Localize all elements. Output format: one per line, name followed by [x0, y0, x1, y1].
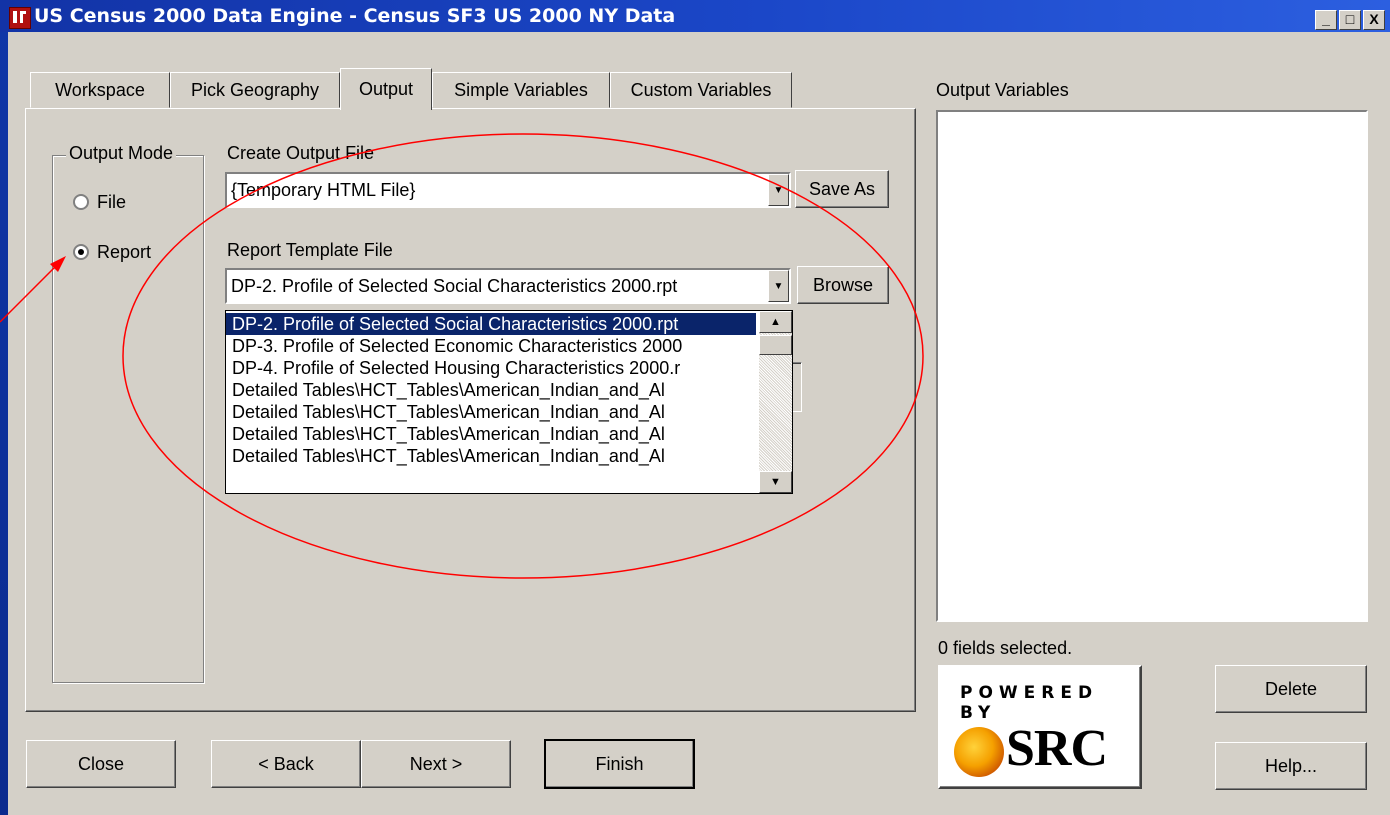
- list-item[interactable]: DP-4. Profile of Selected Housing Charac…: [226, 357, 756, 379]
- chevron-down-icon[interactable]: ▼: [768, 270, 789, 302]
- close-button[interactable]: Close: [26, 740, 176, 788]
- next-button[interactable]: Next >: [361, 740, 511, 788]
- output-variables-list[interactable]: [936, 110, 1368, 622]
- save-as-button[interactable]: Save As: [795, 170, 889, 208]
- output-file-value: {Temporary HTML File}: [231, 180, 416, 200]
- fields-selected-status: 0 fields selected.: [938, 638, 1073, 658]
- report-template-label: Report Template File: [227, 240, 393, 260]
- scroll-up-icon[interactable]: ▲: [759, 311, 792, 333]
- report-template-dropdown[interactable]: DP-2. Profile of Selected Social Charact…: [225, 310, 793, 494]
- tab-pick-geography[interactable]: Pick Geography: [170, 72, 340, 108]
- src-logo[interactable]: POWERED BY SRC: [938, 665, 1142, 789]
- report-template-value: DP-2. Profile of Selected Social Charact…: [231, 276, 678, 296]
- slide-frame: [0, 0, 8, 815]
- src-brand-text: SRC: [1006, 720, 1108, 777]
- delete-button[interactable]: Delete: [1215, 665, 1367, 713]
- list-item[interactable]: DP-2. Profile of Selected Social Charact…: [226, 313, 756, 335]
- tab-custom-variables[interactable]: Custom Variables: [610, 72, 792, 108]
- create-output-label: Create Output File: [227, 143, 375, 163]
- minimize-button[interactable]: _: [1315, 10, 1337, 30]
- help-button[interactable]: Help...: [1215, 742, 1367, 790]
- output-variables-label: Output Variables: [936, 80, 1069, 100]
- output-mode-label: Output Mode: [66, 143, 177, 164]
- tab-simple-variables[interactable]: Simple Variables: [432, 72, 610, 108]
- file-radio-label[interactable]: File: [97, 192, 126, 213]
- list-item[interactable]: Detailed Tables\HCT_Tables\American_Indi…: [226, 445, 756, 467]
- powered-by-text: POWERED BY: [960, 683, 1099, 723]
- report-radio[interactable]: [73, 244, 89, 260]
- globe-icon: [954, 727, 1004, 777]
- output-file-combo[interactable]: {Temporary HTML File} ▼: [225, 172, 791, 208]
- tab-workspace[interactable]: Workspace: [30, 72, 170, 108]
- maximize-button[interactable]: □: [1339, 10, 1361, 30]
- finish-button[interactable]: Finish: [544, 739, 695, 789]
- output-mode-group: [52, 155, 204, 683]
- browse-button[interactable]: Browse: [797, 266, 889, 304]
- back-button[interactable]: < Back: [211, 740, 361, 788]
- list-item[interactable]: Detailed Tables\HCT_Tables\American_Indi…: [226, 379, 756, 401]
- dropdown-scrollbar[interactable]: ▲ ▼: [759, 311, 792, 493]
- close-window-button[interactable]: X: [1363, 10, 1385, 30]
- list-item[interactable]: Detailed Tables\HCT_Tables\American_Indi…: [226, 401, 756, 423]
- chevron-down-icon[interactable]: ▼: [768, 174, 789, 206]
- scroll-down-icon[interactable]: ▼: [759, 471, 792, 493]
- file-radio[interactable]: [73, 194, 89, 210]
- report-template-combo[interactable]: DP-2. Profile of Selected Social Charact…: [225, 268, 791, 304]
- title-bar: US Census 2000 Data Engine - Census SF3 …: [0, 0, 1390, 32]
- tab-output[interactable]: Output: [340, 68, 432, 110]
- app-icon[interactable]: [9, 7, 31, 29]
- scroll-thumb[interactable]: [759, 335, 792, 355]
- list-item[interactable]: DP-3. Profile of Selected Economic Chara…: [226, 335, 756, 357]
- list-item[interactable]: Detailed Tables\HCT_Tables\American_Indi…: [226, 423, 756, 445]
- window-title: US Census 2000 Data Engine - Census SF3 …: [34, 5, 676, 27]
- report-radio-label[interactable]: Report: [97, 242, 151, 263]
